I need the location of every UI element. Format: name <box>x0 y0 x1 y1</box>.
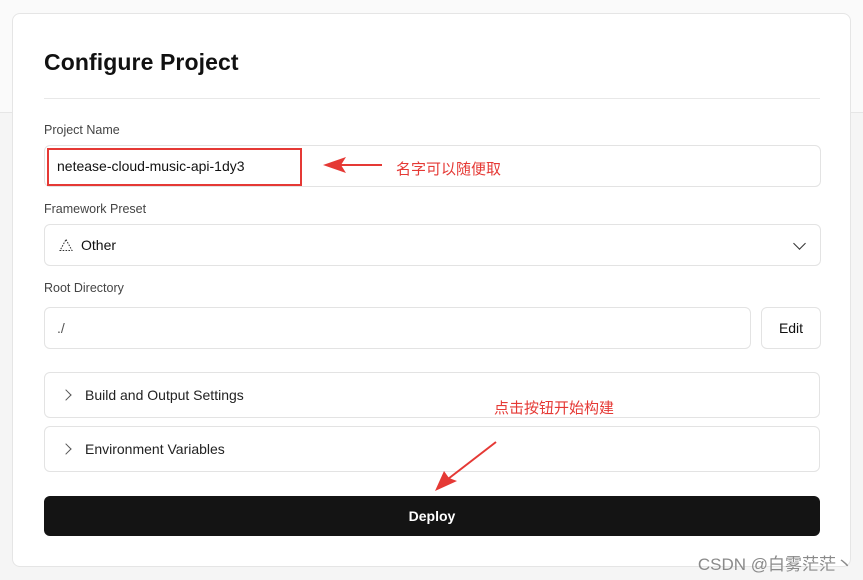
arrow-to-name-icon <box>323 157 382 173</box>
watermark: CSDN @白雾茫茫丶 <box>697 555 853 574</box>
annotation-arrows <box>323 157 497 491</box>
arrow-to-deploy-icon <box>435 441 497 491</box>
